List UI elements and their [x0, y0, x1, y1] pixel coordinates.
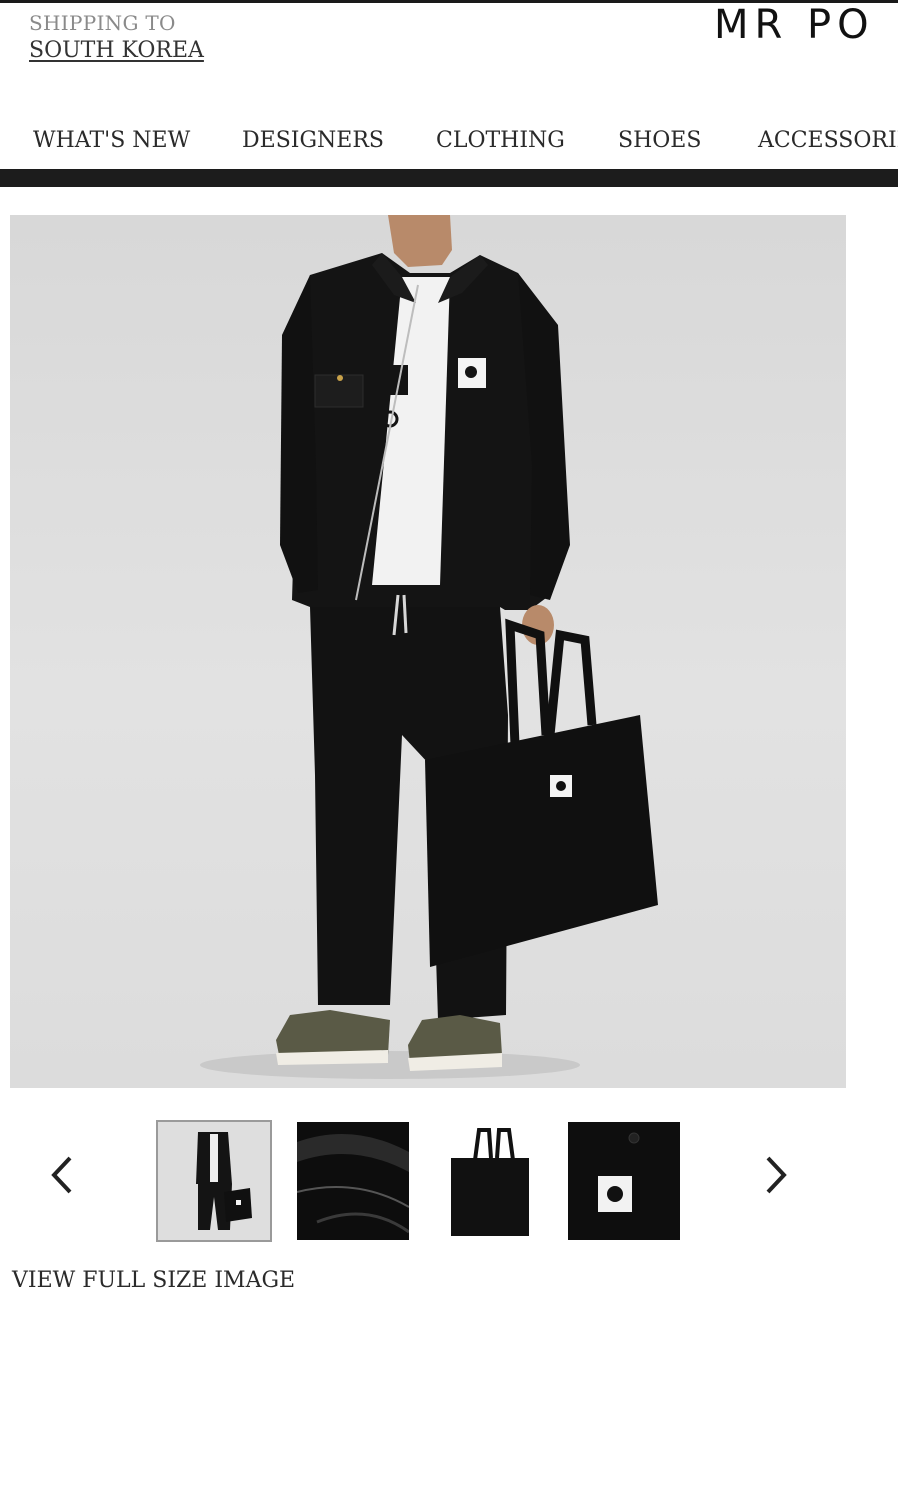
nav-item-clothing[interactable]: CLOTHING — [436, 128, 565, 153]
chevron-right-icon — [766, 1156, 787, 1194]
model-photo — [200, 215, 658, 1079]
tote-bag-thumbnail — [437, 1122, 549, 1240]
nav-divider-bar — [0, 169, 898, 187]
chevron-left-icon — [51, 1156, 72, 1194]
nav-item-shoes[interactable]: SHOES — [618, 128, 701, 153]
bag-interior-detail-thumbnail — [297, 1122, 409, 1240]
thumbnail-logo-patch[interactable] — [568, 1122, 680, 1240]
thumbnail-model[interactable] — [156, 1120, 272, 1242]
view-full-size-link[interactable]: VIEW FULL SIZE IMAGE — [12, 1268, 295, 1293]
model-full-outfit-thumbnail — [158, 1122, 270, 1240]
carousel-next-button[interactable] — [756, 1150, 796, 1200]
thumbnail-tote[interactable] — [437, 1122, 549, 1240]
nav-item-whats-new[interactable]: WHAT'S NEW — [33, 128, 190, 153]
nav-item-designers[interactable]: DESIGNERS — [242, 128, 384, 153]
nav-item-accessories[interactable]: ACCESSORIES — [758, 128, 898, 153]
logo-patch-detail-thumbnail — [568, 1122, 680, 1240]
site-logo[interactable]: MR PO — [714, 2, 875, 48]
main-nav: WHAT'S NEW DESIGNERS CLOTHING SHOES ACCE… — [0, 122, 898, 162]
product-main-image[interactable] — [10, 215, 846, 1088]
shipping-label: SHIPPING TO — [29, 11, 176, 35]
shipping-country-link[interactable]: SOUTH KOREA — [29, 38, 204, 63]
thumbnail-interior[interactable] — [297, 1122, 409, 1240]
carousel-prev-button[interactable] — [44, 1150, 84, 1200]
